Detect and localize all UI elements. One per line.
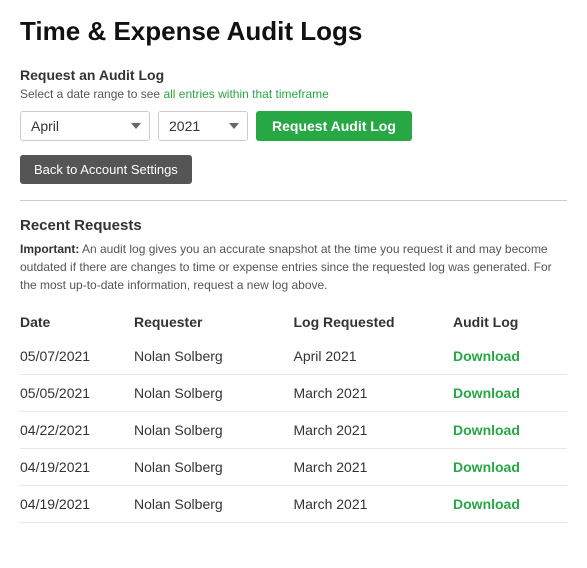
- cell-requester: Nolan Solberg: [134, 486, 294, 523]
- col-header-log: Log Requested: [293, 308, 453, 338]
- cell-requester: Nolan Solberg: [134, 338, 294, 375]
- cell-requester: Nolan Solberg: [134, 412, 294, 449]
- cell-audit-log: Download: [453, 449, 567, 486]
- cell-log-requested: April 2021: [293, 338, 453, 375]
- col-header-date: Date: [20, 308, 134, 338]
- request-audit-log-button[interactable]: Request Audit Log: [256, 111, 412, 141]
- download-link[interactable]: Download: [453, 348, 520, 364]
- cell-date: 04/19/2021: [20, 486, 134, 523]
- cell-log-requested: March 2021: [293, 375, 453, 412]
- cell-date: 04/19/2021: [20, 449, 134, 486]
- col-header-requester: Requester: [134, 308, 294, 338]
- cell-audit-log: Download: [453, 338, 567, 375]
- cell-date: 05/07/2021: [20, 338, 134, 375]
- cell-audit-log: Download: [453, 486, 567, 523]
- cell-log-requested: March 2021: [293, 449, 453, 486]
- cell-date: 05/05/2021: [20, 375, 134, 412]
- table-row: 04/19/2021Nolan SolbergMarch 2021Downloa…: [20, 449, 567, 486]
- page-title: Time & Expense Audit Logs: [20, 16, 567, 47]
- back-to-account-settings-button[interactable]: Back to Account Settings: [20, 155, 192, 184]
- request-section-label: Request an Audit Log: [20, 67, 567, 83]
- table-row: 04/22/2021Nolan SolbergMarch 2021Downloa…: [20, 412, 567, 449]
- cell-requester: Nolan Solberg: [134, 375, 294, 412]
- controls-row: JanuaryFebruaryMarchAprilMayJuneJulyAugu…: [20, 111, 567, 141]
- cell-date: 04/22/2021: [20, 412, 134, 449]
- cell-audit-log: Download: [453, 412, 567, 449]
- month-dropdown[interactable]: JanuaryFebruaryMarchAprilMayJuneJulyAugu…: [20, 111, 150, 141]
- cell-requester: Nolan Solberg: [134, 449, 294, 486]
- table-row: 05/05/2021Nolan SolbergMarch 2021Downloa…: [20, 375, 567, 412]
- cell-log-requested: March 2021: [293, 486, 453, 523]
- table-row: 05/07/2021Nolan SolbergApril 2021Downloa…: [20, 338, 567, 375]
- cell-log-requested: March 2021: [293, 412, 453, 449]
- desc-prefix: Select a date range to see: [20, 87, 163, 101]
- table-row: 04/19/2021Nolan SolbergMarch 2021Downloa…: [20, 486, 567, 523]
- recent-requests-table: Date Requester Log Requested Audit Log 0…: [20, 308, 567, 523]
- request-section: Request an Audit Log Select a date range…: [20, 67, 567, 200]
- important-label: Important:: [20, 242, 79, 256]
- download-link[interactable]: Download: [453, 496, 520, 512]
- recent-section: Recent Requests Important: An audit log …: [20, 217, 567, 523]
- important-text: An audit log gives you an accurate snaps…: [20, 242, 552, 292]
- recent-section-title: Recent Requests: [20, 217, 567, 234]
- important-note: Important: An audit log gives you an acc…: [20, 240, 567, 294]
- year-dropdown[interactable]: 2019202020212022: [158, 111, 248, 141]
- download-link[interactable]: Download: [453, 422, 520, 438]
- desc-highlight: all entries within that timeframe: [163, 87, 328, 101]
- download-link[interactable]: Download: [453, 459, 520, 475]
- cell-audit-log: Download: [453, 375, 567, 412]
- section-divider: [20, 200, 567, 201]
- request-section-desc: Select a date range to see all entries w…: [20, 87, 567, 101]
- col-header-audit: Audit Log: [453, 308, 567, 338]
- download-link[interactable]: Download: [453, 385, 520, 401]
